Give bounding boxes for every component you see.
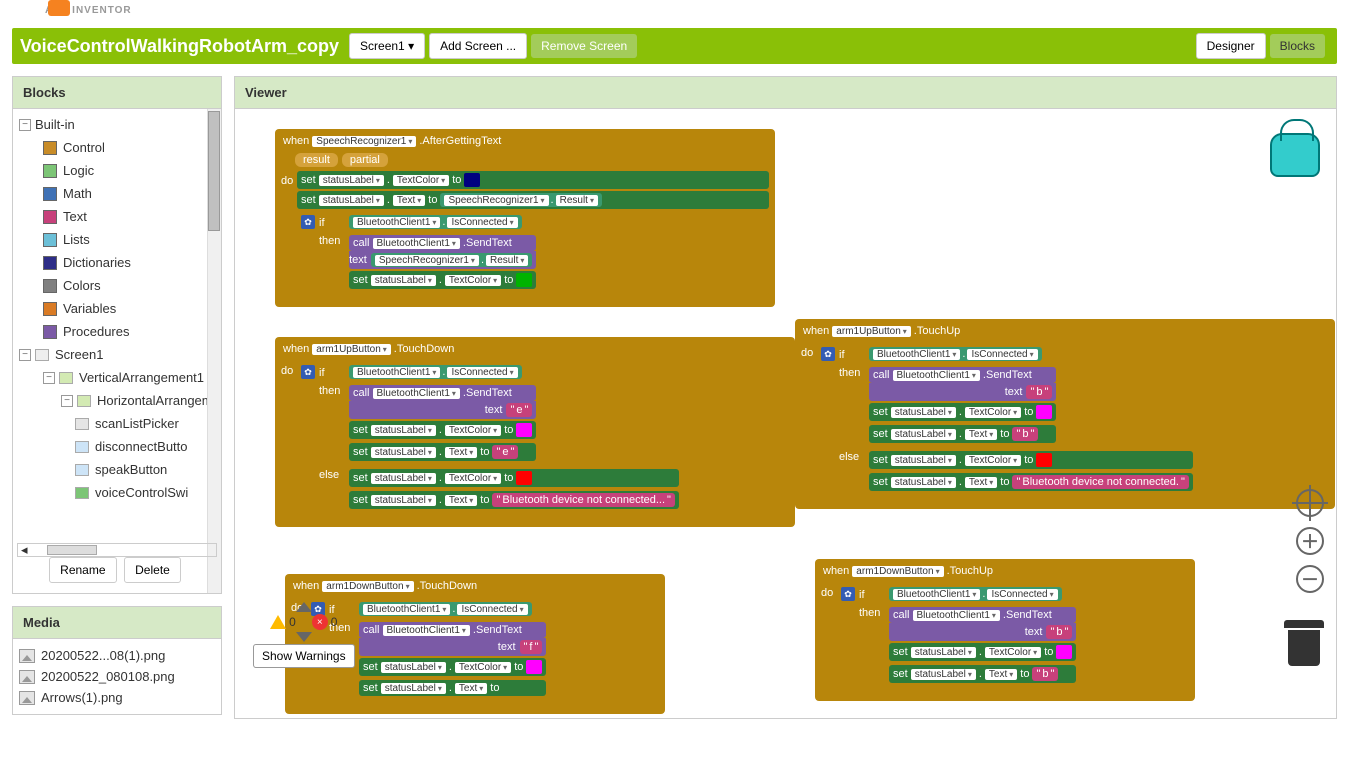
builtin-procedures[interactable]: Procedures [17,320,217,343]
recenter-button[interactable] [1296,489,1324,517]
builtin-dictionaries[interactable]: Dictionaries [17,251,217,274]
blocks-scrollbar[interactable] [207,109,221,593]
component-speakButton[interactable]: speakButton [17,458,217,481]
remove-screen-button[interactable]: Remove Screen [531,34,637,58]
media-item[interactable]: Arrows(1).png [19,687,215,708]
color-green [516,273,532,287]
builtin-control[interactable]: Control [17,136,217,159]
when-arm1down-touchup-block[interactable]: when arm1DownButton .TouchUp do ✿ifBluet… [815,559,1195,701]
show-warnings-button[interactable]: Show Warnings [253,644,355,668]
designer-button[interactable]: Designer [1196,33,1266,59]
media-item[interactable]: 20200522_080108.png [19,666,215,687]
error-icon: × [312,614,328,630]
media-list: 20200522...08(1).png20200522_080108.pngA… [12,639,222,715]
blocks-panel-header: Blocks [12,76,222,109]
warning-icon [270,615,286,629]
component-disconnectButto[interactable]: disconnectButto [17,435,217,458]
project-title: VoiceControlWalkingRobotArm_copy [20,36,339,57]
blocks-button[interactable]: Blocks [1270,34,1325,58]
builtin-node[interactable]: −Built-in [17,113,217,136]
color-navy [464,173,480,187]
warnings-panel: 0 ×0 Show Warnings [253,602,355,668]
logo-text: APP INVENTOR [45,5,132,16]
rename-button[interactable]: Rename [49,557,116,583]
builtin-variables[interactable]: Variables [17,297,217,320]
image-icon [19,649,35,663]
when-arm1up-touchdown-block[interactable]: when arm1UpButton .TouchDown do ✿ifBluet… [275,337,795,527]
media-item[interactable]: 20200522...08(1).png [19,645,215,666]
title-bar: VoiceControlWalkingRobotArm_copy Screen1… [12,28,1337,64]
blocks-tree: −Built-in ControlLogicMathTextListsDicti… [12,109,222,594]
builtin-colors[interactable]: Colors [17,274,217,297]
builtin-math[interactable]: Math [17,182,217,205]
screen-selector[interactable]: Screen1 ▾ [349,33,425,59]
zoom-out-button[interactable]: － [1296,565,1324,593]
builtin-text[interactable]: Text [17,205,217,228]
builtin-lists[interactable]: Lists [17,228,217,251]
image-icon [19,670,35,684]
viewer-panel-header: Viewer [234,76,1337,109]
delete-button[interactable]: Delete [124,557,181,583]
sort-up-icon[interactable] [296,602,312,612]
builtin-logic[interactable]: Logic [17,159,217,182]
component-scanListPicker[interactable]: scanListPicker [17,412,217,435]
viewer-canvas[interactable]: when SpeechRecognizer1 .AfterGettingText… [234,109,1337,719]
when-arm1up-touchup-block[interactable]: when arm1UpButton .TouchUp do ✿ifBluetoo… [795,319,1335,509]
screen-node[interactable]: −Screen1 [17,343,217,366]
when-speech-after-text-block[interactable]: when SpeechRecognizer1 .AfterGettingText… [275,129,775,307]
component-voiceControlSwi[interactable]: voiceControlSwi [17,481,217,504]
zoom-in-button[interactable]: ＋ [1296,527,1324,555]
horizontal-arrangement-node[interactable]: −HorizontalArrangem [17,389,217,412]
image-icon [19,691,35,705]
media-panel-header: Media [12,606,222,639]
trash-icon[interactable] [1284,620,1324,668]
vertical-arrangement-node[interactable]: −VerticalArrangement1 [17,366,217,389]
add-screen-button[interactable]: Add Screen ... [429,33,527,59]
sort-down-icon[interactable] [296,632,312,642]
